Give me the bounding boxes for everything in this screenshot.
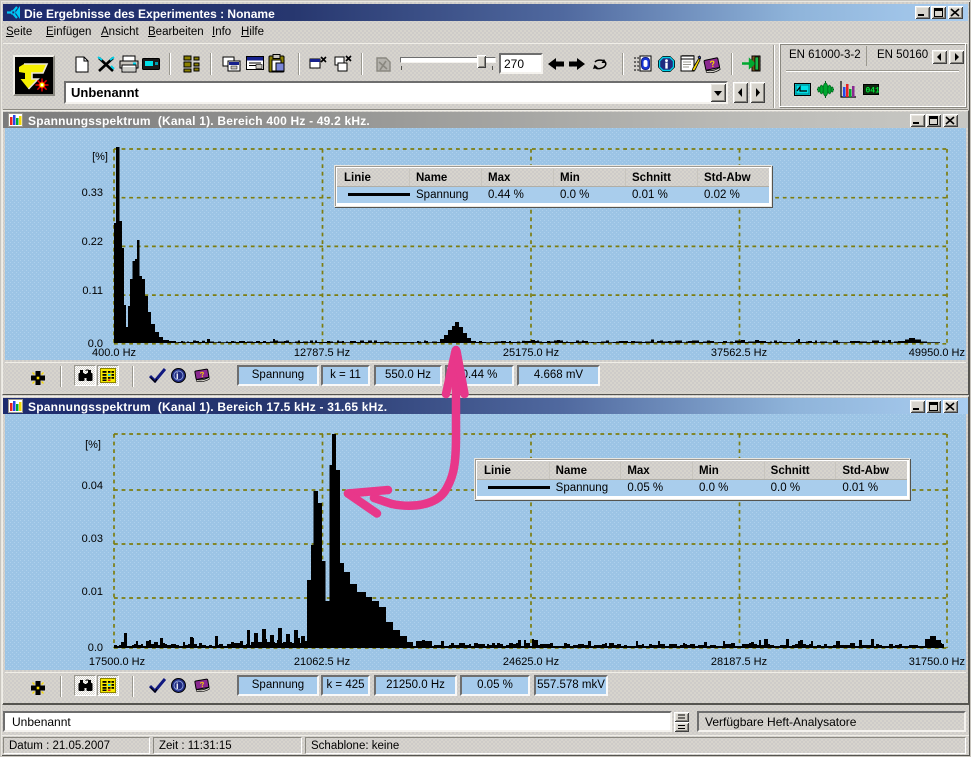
svg-text:24625.0 Hz: 24625.0 Hz <box>503 656 559 668</box>
svg-text:31750.0 Hz: 31750.0 Hz <box>909 656 965 668</box>
svg-text:12787.5 Hz: 12787.5 Hz <box>294 347 350 359</box>
svg-text:37562.5 Hz: 37562.5 Hz <box>711 347 767 359</box>
svg-text:[%]: [%] <box>85 439 101 451</box>
svg-text:i: i <box>176 681 179 691</box>
svg-text:0.01: 0.01 <box>82 586 103 598</box>
svg-text:28187.5 Hz: 28187.5 Hz <box>711 656 767 668</box>
svg-text:17500.0 Hz: 17500.0 Hz <box>89 656 145 668</box>
svg-text:0.03: 0.03 <box>82 533 103 545</box>
svg-text:400.0 Hz: 400.0 Hz <box>92 347 136 359</box>
svg-text:i: i <box>176 371 179 381</box>
svg-text:0.33: 0.33 <box>82 187 103 199</box>
svg-text:0.04: 0.04 <box>82 480 103 492</box>
svg-text:0.22: 0.22 <box>82 236 103 248</box>
svg-text:21062.5 Hz: 21062.5 Hz <box>294 656 350 668</box>
svg-text:[%]: [%] <box>92 151 108 163</box>
svg-text:041: 041 <box>866 87 880 96</box>
svg-text:0.11: 0.11 <box>82 285 103 297</box>
svg-text:25175.0 Hz: 25175.0 Hz <box>503 347 559 359</box>
svg-text:0.0: 0.0 <box>88 642 103 654</box>
svg-text:49950.0 Hz: 49950.0 Hz <box>909 347 965 359</box>
